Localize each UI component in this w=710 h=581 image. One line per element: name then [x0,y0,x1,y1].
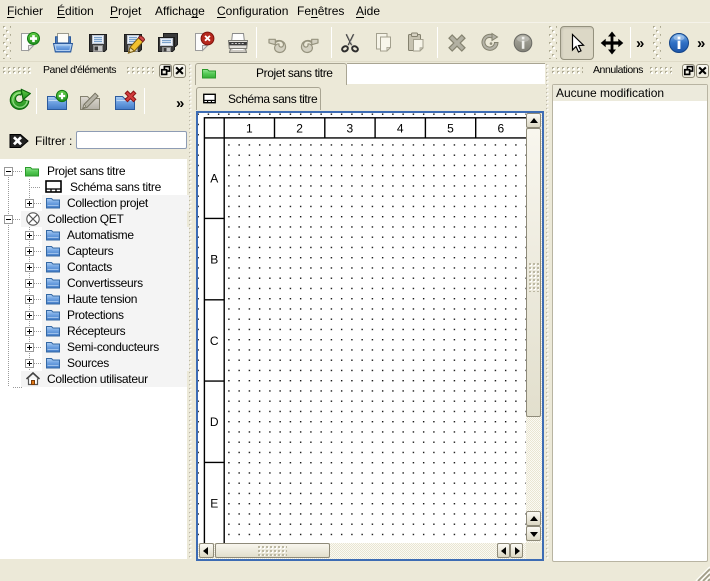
svg-text:A: A [210,172,218,186]
svg-text:4: 4 [397,122,404,136]
svg-text:C: C [210,334,219,348]
svg-text:5: 5 [447,122,454,136]
svg-text:2: 2 [296,122,303,136]
svg-text:B: B [210,253,218,267]
svg-text:E: E [210,497,218,511]
svg-text:D: D [210,415,219,429]
svg-text:3: 3 [347,122,354,136]
svg-text:1: 1 [246,122,253,136]
svg-text:6: 6 [497,122,504,136]
